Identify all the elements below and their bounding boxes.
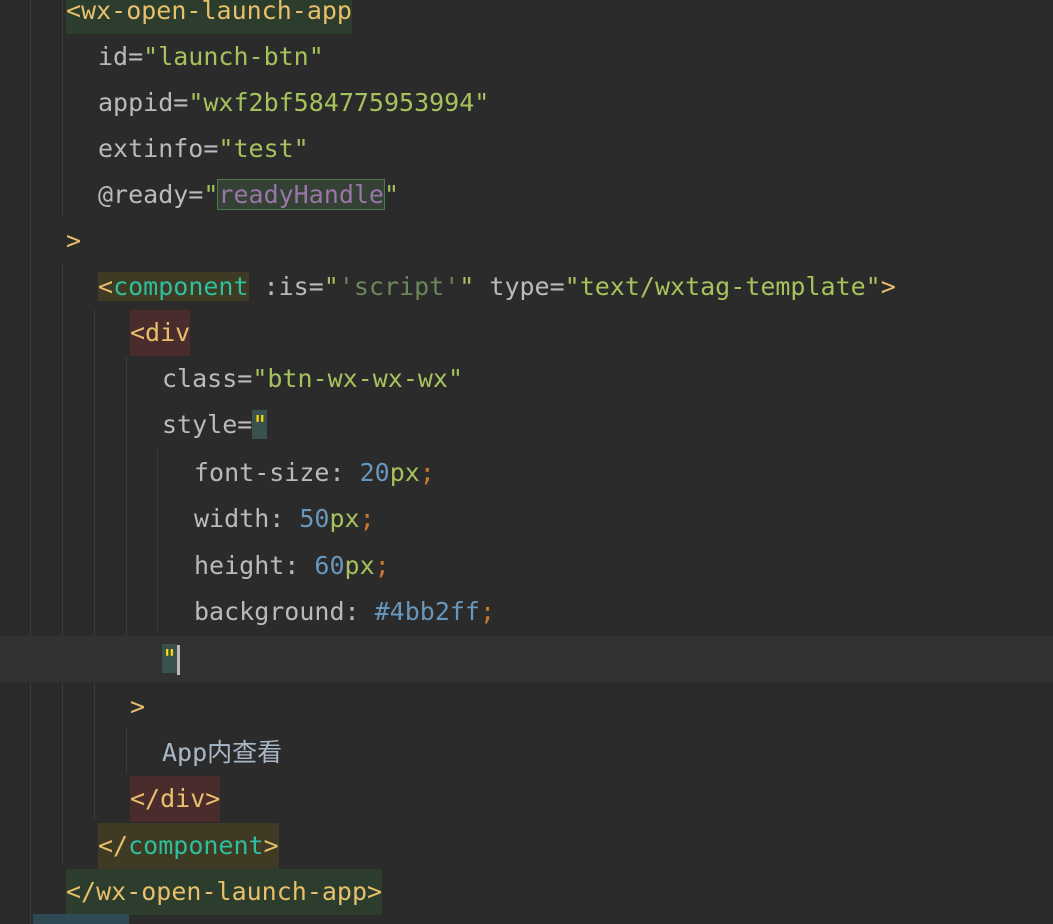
attribute-name: extinfo=: [98, 134, 219, 163]
code-line[interactable]: class="btn-wx-wx-wx": [0, 356, 1053, 402]
css-declaration: background: #4bb2ff;: [194, 589, 495, 635]
code-line[interactable]: <wx-open-launch-app: [0, 0, 1053, 34]
css-declaration: font-size: 20px;: [194, 450, 435, 496]
tag-close: </div>: [130, 776, 221, 822]
code-line[interactable]: App内查看: [0, 730, 1053, 776]
attribute-line: id="launch-btn": [98, 34, 324, 80]
attribute-line: style=": [162, 402, 268, 448]
css-number: 50: [299, 504, 330, 533]
css-unit: px: [329, 504, 360, 533]
css-semicolon: ;: [359, 504, 375, 533]
code-line[interactable]: >: [0, 218, 1053, 264]
tag-bracket: >: [263, 831, 279, 860]
component-name: component: [128, 831, 264, 860]
matched-quote: ": [252, 410, 268, 439]
handler-reference[interactable]: readyHandle: [217, 179, 385, 210]
attribute-line: extinfo="test": [98, 126, 309, 172]
text-content: App内查看: [162, 738, 283, 767]
attribute-line: appid="wxf2bf584775953994": [98, 80, 489, 126]
tag-close-bracket: >: [66, 226, 82, 255]
code-line[interactable]: id="launch-btn": [0, 34, 1053, 80]
attribute-quote: ": [203, 180, 219, 209]
attribute-quote: ": [323, 272, 339, 301]
code-line[interactable]: height: 60px;: [0, 543, 1053, 589]
code-line[interactable]: @ready="readyHandle": [0, 172, 1053, 218]
tag-bracket: </: [98, 831, 129, 860]
css-declaration: height: 60px;: [194, 543, 390, 589]
attribute-value: 'script': [338, 272, 460, 301]
code-line[interactable]: background: #4bb2ff;: [0, 589, 1053, 635]
attribute-line: @ready="readyHandle": [98, 172, 399, 218]
code-line[interactable]: >: [0, 684, 1053, 730]
matched-quote: ": [162, 644, 178, 673]
caret-position: ": [162, 636, 181, 682]
tag-bracket: >: [880, 272, 896, 301]
css-color-value: #4bb2ff: [374, 597, 480, 626]
code-line[interactable]: width: 50px;: [0, 496, 1053, 542]
code-line[interactable]: <component :is="'script'" type="text/wxt…: [0, 264, 1053, 310]
attribute-value: "text/wxtag-template": [564, 272, 881, 301]
component-close-tag: </component>: [98, 823, 279, 869]
code-line[interactable]: </div>: [0, 776, 1053, 822]
code-line[interactable]: font-size: 20px;: [0, 450, 1053, 496]
code-line[interactable]: extinfo="test": [0, 126, 1053, 172]
attribute-name: appid=: [98, 88, 189, 117]
code-line[interactable]: style=": [0, 402, 1053, 448]
tag-close: </wx-open-launch-app>: [66, 869, 383, 915]
code-line[interactable]: </wx-open-launch-app>: [0, 869, 1053, 915]
code-line[interactable]: appid="wxf2bf584775953994": [0, 80, 1053, 126]
attribute-name: style=: [162, 410, 253, 439]
text-caret: [177, 645, 181, 675]
current-code-line[interactable]: ": [0, 636, 1053, 682]
attribute-name: type=: [474, 272, 565, 301]
attribute-value: "test": [218, 134, 309, 163]
attribute-value: "wxf2bf584775953994": [188, 88, 490, 117]
component-tag: <component :is="'script'" type="text/wxt…: [98, 264, 896, 310]
attribute-line: class="btn-wx-wx-wx": [162, 356, 463, 402]
tag-open: <div: [130, 310, 191, 356]
attribute-name: class=: [162, 364, 253, 393]
attribute-value: "launch-btn": [143, 42, 324, 71]
css-semicolon: ;: [419, 458, 435, 487]
attribute-value: "btn-wx-wx-wx": [252, 364, 464, 393]
tag-bracket: <: [98, 272, 114, 301]
attribute-quote: ": [384, 180, 400, 209]
css-property: font-size:: [194, 458, 360, 487]
css-number: 60: [314, 551, 345, 580]
css-declaration: width: 50px;: [194, 496, 375, 542]
css-unit: px: [344, 551, 375, 580]
css-property: width:: [194, 504, 300, 533]
attribute-name: id=: [98, 42, 144, 71]
css-semicolon: ;: [479, 597, 496, 626]
tag-close-bracket: >: [130, 692, 146, 721]
attribute-name: @ready=: [98, 180, 204, 209]
css-semicolon: ;: [374, 551, 390, 580]
css-unit: px: [389, 458, 420, 487]
component-name: component: [113, 272, 249, 301]
css-number: 20: [359, 458, 390, 487]
tag-open: <wx-open-launch-app: [66, 0, 352, 34]
css-property: background:: [194, 597, 375, 626]
code-line[interactable]: <div: [0, 310, 1053, 356]
css-property: height:: [194, 551, 315, 580]
attribute-quote: ": [459, 272, 475, 301]
code-line[interactable]: </component>: [0, 823, 1053, 869]
selection-highlight: [33, 914, 129, 924]
attribute-name: :is=: [248, 272, 324, 301]
code-editor[interactable]: <wx-open-launch-app id="launch-btn" appi…: [0, 0, 1053, 924]
